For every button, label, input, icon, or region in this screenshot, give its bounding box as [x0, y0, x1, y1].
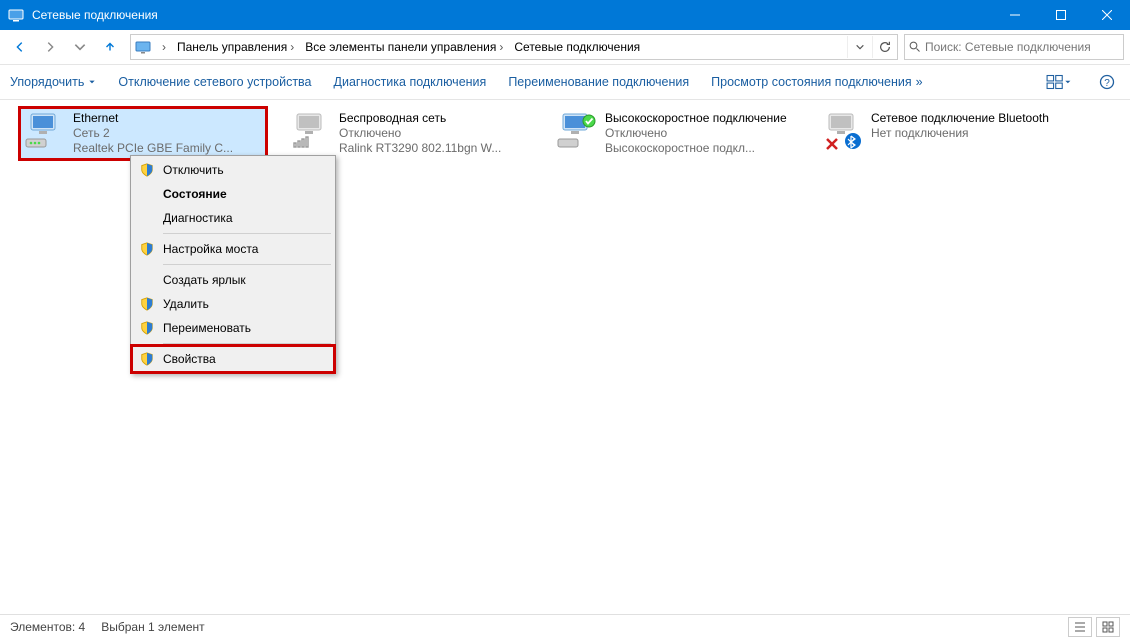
titlebar: Сетевые подключения — [0, 0, 1130, 30]
bluetooth-icon — [821, 111, 865, 151]
window-controls — [992, 0, 1130, 30]
connection-wireless[interactable]: Беспроводная сеть Отключено Ralink RT329… — [286, 108, 532, 159]
connection-name: Беспроводная сеть — [339, 111, 529, 126]
connection-status: Нет подключения — [871, 126, 1061, 141]
connections-list: Ethernet Сеть 2 Realtek PCIe GBE Family … — [20, 108, 1110, 159]
diagnose-button[interactable]: Диагностика подключения — [334, 75, 487, 89]
view-options-button[interactable] — [1046, 69, 1072, 95]
location-icon — [133, 37, 153, 57]
connection-name: Сетевое подключение Bluetooth — [871, 111, 1061, 126]
organize-menu[interactable]: Упорядочить — [10, 75, 96, 89]
highspeed-icon — [555, 111, 599, 151]
window-title: Сетевые подключения — [32, 8, 992, 22]
content-area: Ethernet Сеть 2 Realtek PCIe GBE Family … — [0, 100, 1130, 614]
status-selected: Выбран 1 элемент — [101, 620, 204, 634]
address-dropdown[interactable] — [847, 36, 872, 58]
connection-device: Realtek PCIe GBE Family C... — [73, 141, 263, 156]
connection-status: Отключено — [605, 126, 795, 141]
cm-delete[interactable]: Удалить — [133, 292, 333, 316]
navigation-bar: › Панель управления› Все элементы панели… — [0, 30, 1130, 65]
search-icon — [909, 41, 921, 53]
cm-diagnose[interactable]: Диагностика — [133, 206, 333, 230]
breadcrumb-1[interactable]: Панель управления› — [173, 35, 301, 59]
wireless-icon — [289, 111, 333, 151]
view-icons-button[interactable] — [1096, 617, 1120, 637]
cm-separator — [163, 343, 331, 344]
breadcrumb-2[interactable]: Все элементы панели управления› — [301, 35, 510, 59]
connection-ethernet[interactable]: Ethernet Сеть 2 Realtek PCIe GBE Family … — [20, 108, 266, 159]
cm-rename[interactable]: Переименовать — [133, 316, 333, 340]
connection-device: Ralink RT3290 802.11bgn W... — [339, 141, 529, 156]
up-button[interactable] — [96, 33, 124, 61]
minimize-button[interactable] — [992, 0, 1038, 30]
app-icon — [8, 7, 24, 23]
cm-properties[interactable]: Свойства — [133, 347, 333, 371]
connection-device: Высокоскоростное подкл... — [605, 141, 795, 156]
cm-shortcut[interactable]: Создать ярлык — [133, 268, 333, 292]
status-bar: Элементов: 4 Выбран 1 элемент — [0, 614, 1130, 639]
connection-status: Сеть 2 — [73, 126, 263, 141]
connection-name: Высокоскоростное подключение — [605, 111, 795, 126]
connection-bluetooth[interactable]: Сетевое подключение Bluetooth Нет подклю… — [818, 108, 1064, 159]
window: Сетевые подключения › Панель управления›… — [0, 0, 1130, 639]
search-input[interactable]: Поиск: Сетевые подключения — [904, 34, 1124, 60]
shield-icon — [139, 241, 155, 257]
breadcrumb-sep-root[interactable]: › — [155, 35, 173, 59]
cm-separator — [163, 264, 331, 265]
command-bar: Упорядочить Отключение сетевого устройст… — [0, 65, 1130, 100]
connection-status: Отключено — [339, 126, 529, 141]
recent-dropdown[interactable] — [66, 33, 94, 61]
view-status-button[interactable]: Просмотр состояния подключения » — [711, 75, 922, 89]
close-button[interactable] — [1084, 0, 1130, 30]
view-details-button[interactable] — [1068, 617, 1092, 637]
connection-highspeed[interactable]: Высокоскоростное подключение Отключено В… — [552, 108, 798, 159]
maximize-button[interactable] — [1038, 0, 1084, 30]
shield-icon — [139, 296, 155, 312]
address-bar[interactable]: › Панель управления› Все элементы панели… — [130, 34, 898, 60]
shield-icon — [139, 320, 155, 336]
search-placeholder: Поиск: Сетевые подключения — [925, 40, 1091, 54]
context-menu: Отключить Состояние Диагностика Настройк… — [130, 155, 336, 374]
help-button[interactable]: ? — [1094, 69, 1120, 95]
shield-icon — [139, 351, 155, 367]
rename-button[interactable]: Переименование подключения — [508, 75, 689, 89]
refresh-button[interactable] — [872, 36, 897, 58]
breadcrumb-3[interactable]: Сетевые подключения — [510, 35, 644, 59]
cm-bridge[interactable]: Настройка моста — [133, 237, 333, 261]
disable-device-button[interactable]: Отключение сетевого устройства — [118, 75, 311, 89]
back-button[interactable] — [6, 33, 34, 61]
ethernet-icon — [23, 111, 67, 151]
cm-state[interactable]: Состояние — [133, 182, 333, 206]
cm-disable[interactable]: Отключить — [133, 158, 333, 182]
cm-separator — [163, 233, 331, 234]
svg-text:?: ? — [1104, 78, 1110, 89]
status-count: Элементов: 4 — [10, 620, 85, 634]
connection-name: Ethernet — [73, 111, 263, 126]
forward-button[interactable] — [36, 33, 64, 61]
shield-icon — [139, 162, 155, 178]
